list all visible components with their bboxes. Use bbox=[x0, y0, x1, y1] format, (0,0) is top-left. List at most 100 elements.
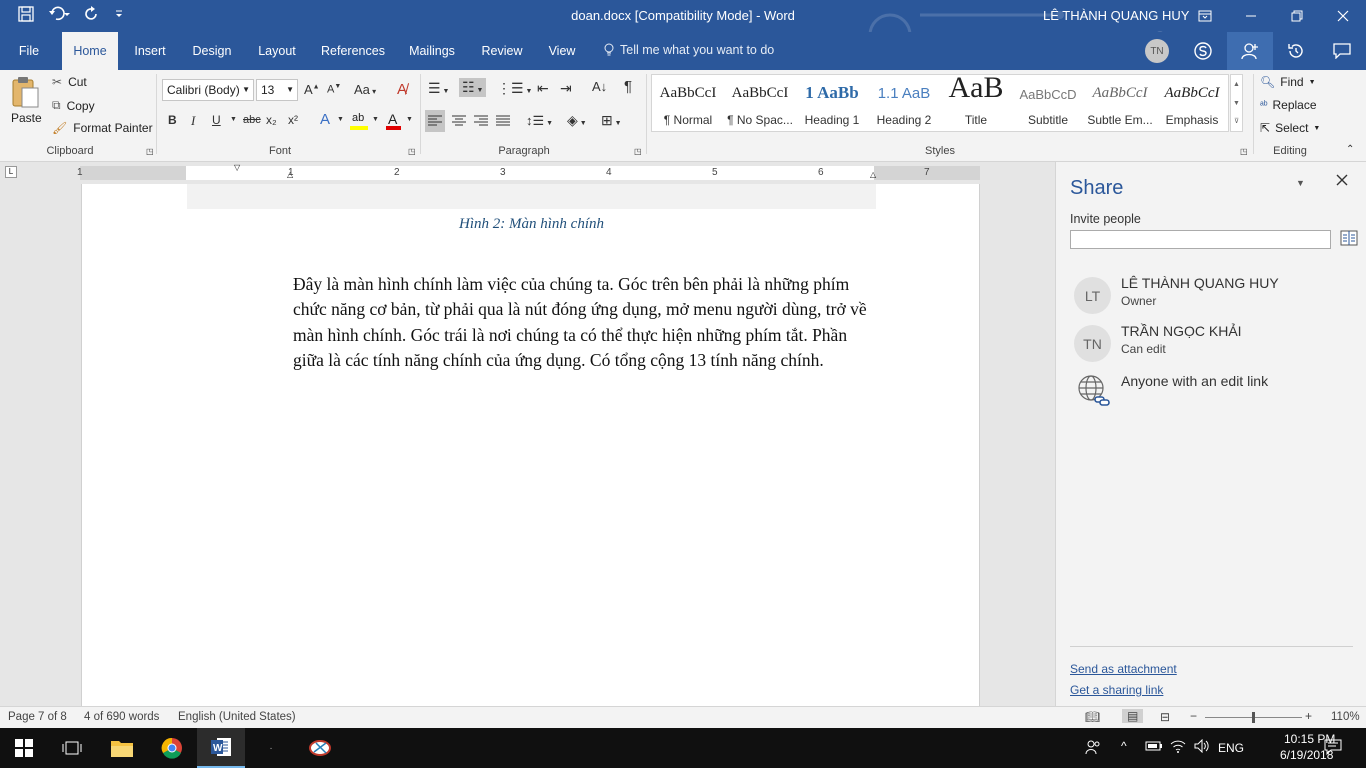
align-right-button[interactable] bbox=[471, 110, 491, 132]
comments-button[interactable] bbox=[1319, 32, 1365, 70]
file-explorer-button[interactable] bbox=[98, 728, 146, 768]
style-subtle-emphasis[interactable]: AaBbCcI Subtle Em... bbox=[1084, 75, 1156, 133]
zoom-level[interactable]: 110% bbox=[1331, 711, 1360, 723]
chevron-down-icon[interactable]: ▼ bbox=[337, 116, 344, 123]
scroll-up-icon[interactable]: ▲ bbox=[1231, 75, 1242, 94]
restore-button[interactable] bbox=[1274, 0, 1320, 32]
zoom-out-button[interactable]: − bbox=[1190, 709, 1197, 723]
background-app-button[interactable]: · bbox=[247, 728, 295, 768]
style-no-spacing[interactable]: AaBbCcI ¶ No Spac... bbox=[724, 75, 796, 133]
collapse-ribbon-icon[interactable]: ⌃ bbox=[1346, 144, 1354, 155]
chevron-down-icon[interactable]: ▼ bbox=[372, 116, 379, 123]
copy-button[interactable]: ⧉ Copy bbox=[52, 98, 95, 113]
style-title[interactable]: AaB Title bbox=[940, 71, 1012, 133]
invite-people-input[interactable] bbox=[1070, 230, 1331, 249]
increase-indent-icon[interactable]: ⇥ bbox=[560, 80, 572, 97]
multilevel-list-icon[interactable]: ⋮☰ ▼ bbox=[497, 80, 532, 97]
person-owner[interactable]: LT LÊ THÀNH QUANG HUY Owner bbox=[1074, 275, 1354, 315]
scroll-down-icon[interactable]: ▼ bbox=[1231, 94, 1242, 113]
pane-options-icon[interactable]: ▼ bbox=[1296, 178, 1305, 188]
tab-selector-icon[interactable]: L bbox=[5, 166, 17, 178]
task-view-button[interactable] bbox=[48, 728, 96, 768]
format-painter-button[interactable]: 🖌 Format Painter bbox=[52, 121, 153, 135]
align-center-button[interactable] bbox=[449, 110, 469, 132]
tab-layout[interactable]: Layout bbox=[250, 32, 304, 70]
replace-button[interactable]: ᵃᵇ Replace bbox=[1260, 98, 1317, 112]
wifi-icon[interactable] bbox=[1170, 739, 1186, 756]
hanging-indent-marker[interactable]: △ bbox=[287, 170, 293, 179]
shrink-font-icon[interactable]: A▼ bbox=[327, 83, 341, 96]
superscript-button[interactable]: x² bbox=[288, 113, 298, 127]
action-center-icon[interactable] bbox=[1324, 739, 1342, 758]
select-button[interactable]: ⇱ Select ▼ bbox=[1260, 121, 1320, 135]
numbering-icon[interactable]: ☷ ▼ bbox=[459, 78, 487, 97]
tab-file[interactable]: File bbox=[10, 32, 48, 70]
line-spacing-icon[interactable]: ↕☰ ▼ bbox=[526, 113, 553, 129]
change-case-icon[interactable]: Aa ▾ bbox=[354, 82, 376, 97]
style-heading-1[interactable]: 1 AaBb Heading 1 bbox=[796, 75, 868, 133]
clear-formatting-icon[interactable]: A̸ bbox=[397, 81, 407, 98]
more-styles-icon[interactable]: ⊽ bbox=[1231, 113, 1242, 131]
people-icon[interactable] bbox=[1085, 739, 1101, 758]
tab-review[interactable]: Review bbox=[476, 32, 528, 70]
body-paragraph[interactable]: Đây là màn hình chính làm việc của chúng… bbox=[293, 272, 876, 373]
snipping-tool-button[interactable] bbox=[296, 728, 344, 768]
style-heading-2[interactable]: 1.1 AaB Heading 2 bbox=[868, 75, 940, 133]
word-taskbar-button[interactable]: W bbox=[197, 728, 245, 768]
font-size-combo[interactable]: 13 ▼ bbox=[256, 79, 298, 101]
send-as-attachment-link[interactable]: Send as attachment bbox=[1070, 662, 1177, 676]
share-button[interactable] bbox=[1227, 32, 1273, 70]
font-name-combo[interactable]: Calibri (Body) ▼ bbox=[162, 79, 254, 101]
style-emphasis[interactable]: AaBbCcI Emphasis bbox=[1156, 75, 1228, 133]
align-left-button[interactable] bbox=[425, 110, 445, 132]
account-button[interactable]: TN bbox=[1134, 32, 1180, 70]
italic-button[interactable]: I bbox=[191, 113, 195, 129]
tab-design[interactable]: Design bbox=[186, 32, 238, 70]
person-editor[interactable]: TN TRẦN NGỌC KHẢI Can edit bbox=[1074, 323, 1354, 363]
text-effects-icon[interactable]: A bbox=[320, 111, 330, 128]
close-pane-button[interactable] bbox=[1336, 174, 1348, 189]
show-hidden-icons-icon[interactable]: ^ bbox=[1121, 739, 1127, 753]
underline-dropdown-icon[interactable]: ▼ bbox=[230, 116, 237, 123]
font-dialog-launcher-icon[interactable]: ◳ bbox=[408, 147, 416, 156]
read-mode-icon[interactable]: 📖︎ bbox=[1085, 710, 1100, 724]
borders-icon[interactable]: ⊞ ▼ bbox=[601, 112, 622, 129]
figure-image[interactable] bbox=[187, 184, 876, 209]
style-subtitle[interactable]: AaBbCcD Subtitle bbox=[1012, 75, 1084, 133]
web-layout-icon[interactable]: ⊟ bbox=[1160, 710, 1170, 724]
volume-icon[interactable] bbox=[1194, 738, 1210, 756]
tab-references[interactable]: References bbox=[316, 32, 390, 70]
strikethrough-button[interactable]: abc bbox=[243, 114, 261, 126]
minimize-button[interactable] bbox=[1228, 0, 1274, 32]
grow-font-icon[interactable]: A▲ bbox=[304, 82, 320, 97]
styles-dialog-launcher-icon[interactable]: ◳ bbox=[1240, 147, 1248, 156]
address-book-button[interactable] bbox=[1340, 230, 1358, 249]
chevron-down-icon[interactable]: ▼ bbox=[406, 116, 413, 123]
cut-button[interactable]: ✂ Cut bbox=[52, 75, 87, 89]
page-count[interactable]: Page 7 of 8 bbox=[8, 711, 67, 723]
activity-button[interactable] bbox=[1273, 32, 1319, 70]
font-color-icon[interactable]: A bbox=[386, 111, 402, 131]
tab-mailings[interactable]: Mailings bbox=[402, 32, 462, 70]
bold-button[interactable]: B bbox=[168, 113, 177, 127]
ribbon-display-options-button[interactable] bbox=[1182, 0, 1228, 32]
word-count[interactable]: 4 of 690 words bbox=[84, 711, 159, 723]
edit-link-entry[interactable]: Anyone with an edit link bbox=[1074, 371, 1354, 411]
clipboard-dialog-launcher-icon[interactable]: ◳ bbox=[146, 147, 154, 156]
print-layout-icon[interactable]: ▤ bbox=[1122, 709, 1144, 723]
justify-button[interactable] bbox=[493, 110, 513, 132]
decrease-indent-icon[interactable]: ⇤ bbox=[537, 80, 549, 97]
input-language[interactable]: ENG bbox=[1218, 741, 1244, 755]
right-indent-marker[interactable]: △ bbox=[870, 170, 876, 179]
underline-button[interactable]: U bbox=[212, 113, 221, 127]
paragraph-dialog-launcher-icon[interactable]: ◳ bbox=[634, 147, 642, 156]
get-sharing-link[interactable]: Get a sharing link bbox=[1070, 683, 1163, 697]
tab-view[interactable]: View bbox=[540, 32, 584, 70]
find-button[interactable]: 🔍︎ Find ▼ bbox=[1260, 75, 1316, 89]
battery-icon[interactable] bbox=[1145, 740, 1163, 755]
document-page[interactable]: Hình 2: Màn hình chính Đây là màn hình c… bbox=[81, 184, 980, 706]
highlight-icon[interactable]: ab bbox=[350, 112, 368, 130]
zoom-slider-thumb[interactable] bbox=[1252, 712, 1255, 723]
tab-home[interactable]: Home bbox=[62, 32, 118, 70]
styles-gallery-scroll[interactable]: ▲ ▼ ⊽ bbox=[1230, 74, 1243, 132]
